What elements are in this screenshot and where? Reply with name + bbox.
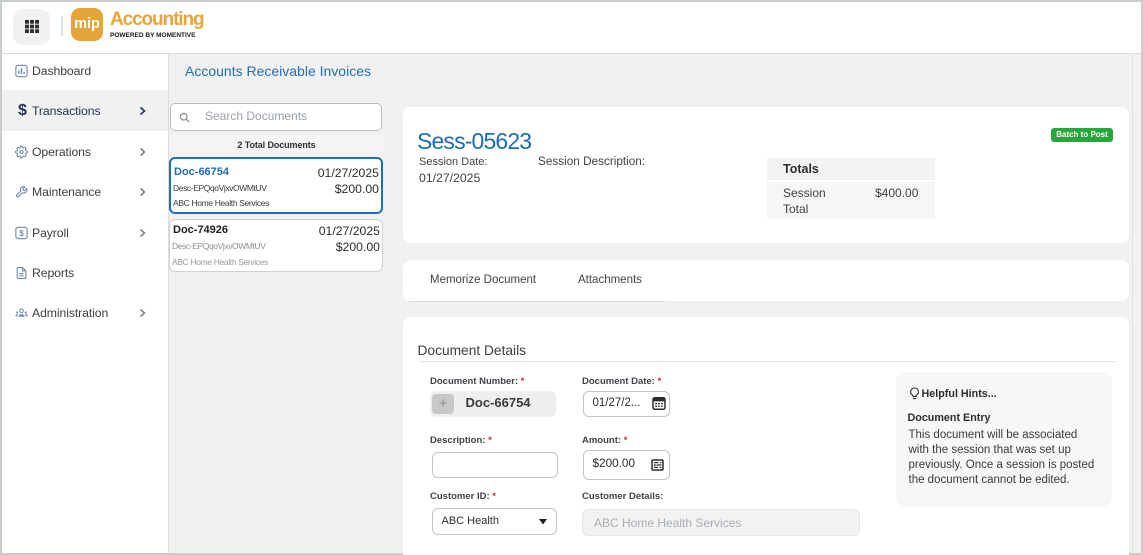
svg-text:$: $ [19, 229, 24, 238]
